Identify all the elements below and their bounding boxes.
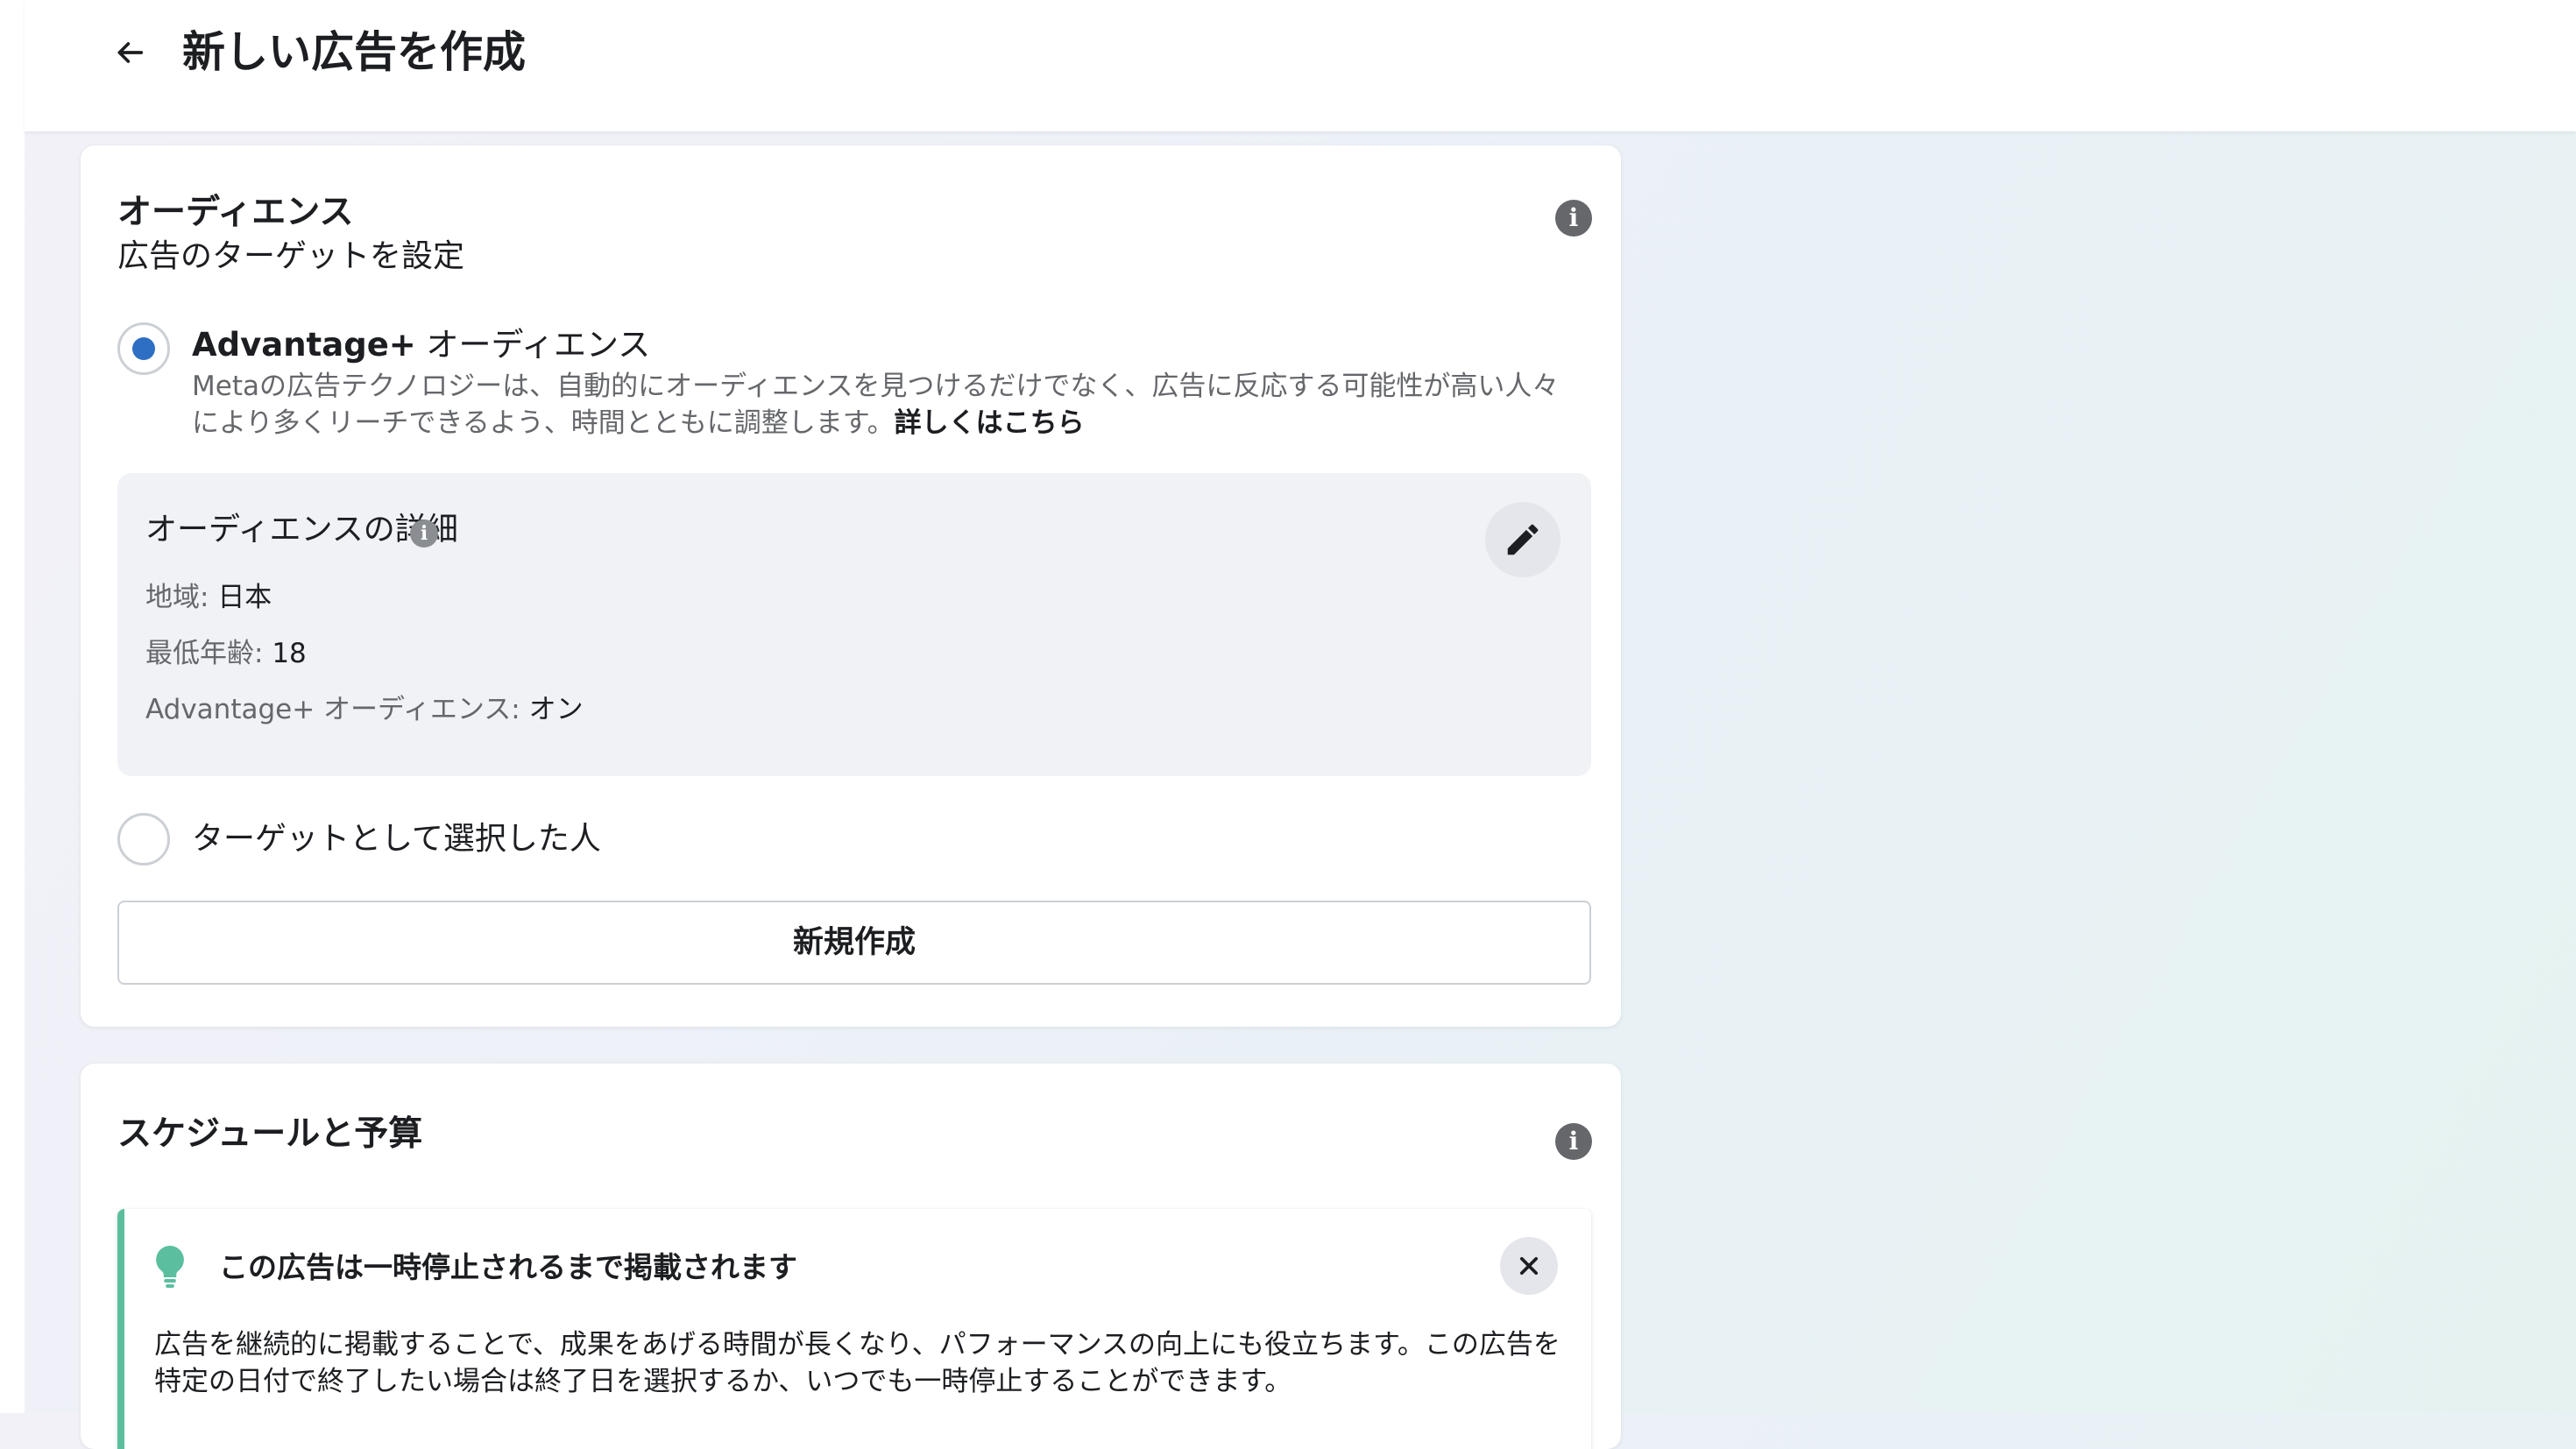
detail-row-advantage: Advantage+ オーディエンス: オン bbox=[145, 690, 584, 729]
radio-selected-dot bbox=[132, 337, 155, 360]
tip-body: 広告を継続的に掲載することで、成果をあげる時間が長くなり、パフォーマンスの向上に… bbox=[154, 1329, 1560, 1397]
audience-card: オーディエンス 広告のターゲットを設定 i Advantage+ オーディエンス… bbox=[81, 145, 1621, 1027]
details-info-icon[interactable]: i bbox=[410, 520, 438, 548]
left-rail bbox=[0, 0, 25, 1413]
audience-section-title: オーディエンス bbox=[117, 193, 354, 232]
info-icon[interactable]: i bbox=[1555, 1123, 1592, 1160]
audience-details-box: オーディエンスの詳細 i 地域: 日本 最低年齢: 18 Advantage+ … bbox=[117, 473, 1591, 776]
detail-key: 地域: bbox=[145, 582, 218, 613]
schedule-budget-card: スケジュールと予算 i この広告は一時停止されるまで掲載されます 広告を継続的に… bbox=[81, 1064, 1621, 1449]
advantage-plus-text: Advantage+ bbox=[192, 326, 416, 364]
advantage-audience-text: オーディエンス bbox=[415, 326, 651, 364]
description-text: Metaの広告テクノロジーは、自動的にオーディエンスを見つけるだけでなく、広告に… bbox=[192, 371, 1560, 439]
advantage-audience-radio[interactable] bbox=[117, 322, 170, 375]
pencil-icon bbox=[1507, 524, 1539, 555]
learn-more-link[interactable]: 詳しくはこちら bbox=[895, 407, 1085, 439]
info-icon[interactable]: i bbox=[1555, 200, 1592, 237]
lightbulb-icon bbox=[156, 1246, 184, 1288]
detail-value: 18 bbox=[272, 638, 307, 669]
detail-key: 最低年齢: bbox=[145, 638, 272, 669]
page-header: 新しい広告を作成 bbox=[25, 0, 2576, 131]
detail-row-location: 地域: 日本 bbox=[145, 578, 272, 617]
close-icon bbox=[1519, 1256, 1539, 1276]
schedule-title: スケジュールと予算 bbox=[117, 1114, 423, 1154]
create-new-button[interactable]: 新規作成 bbox=[117, 901, 1591, 985]
detail-value: オン bbox=[528, 694, 584, 725]
edit-audience-button[interactable] bbox=[1485, 502, 1560, 577]
audience-subtitle: 広告のターゲットを設定 bbox=[117, 238, 465, 274]
detail-row-min-age: 最低年齢: 18 bbox=[145, 634, 307, 673]
page-title: 新しい広告を作成 bbox=[182, 27, 527, 77]
target-selected-people-radio[interactable] bbox=[117, 813, 170, 866]
close-tip-button[interactable] bbox=[1500, 1237, 1558, 1295]
detail-key: Advantage+ オーディエンス: bbox=[145, 694, 529, 725]
advantage-audience-label[interactable]: Advantage+ オーディエンス bbox=[192, 322, 650, 368]
arrow-left-icon bbox=[117, 42, 144, 63]
advantage-audience-description: Metaの広告テクノロジーは、自動的にオーディエンスを見つけるだけでなく、広告に… bbox=[192, 368, 1576, 442]
back-button[interactable] bbox=[102, 25, 158, 81]
tip-title: この広告は一時停止されるまで掲載されます bbox=[219, 1250, 797, 1284]
detail-value: 日本 bbox=[217, 582, 272, 613]
target-selected-people-label[interactable]: ターゲットとして選択した人 bbox=[192, 816, 601, 862]
